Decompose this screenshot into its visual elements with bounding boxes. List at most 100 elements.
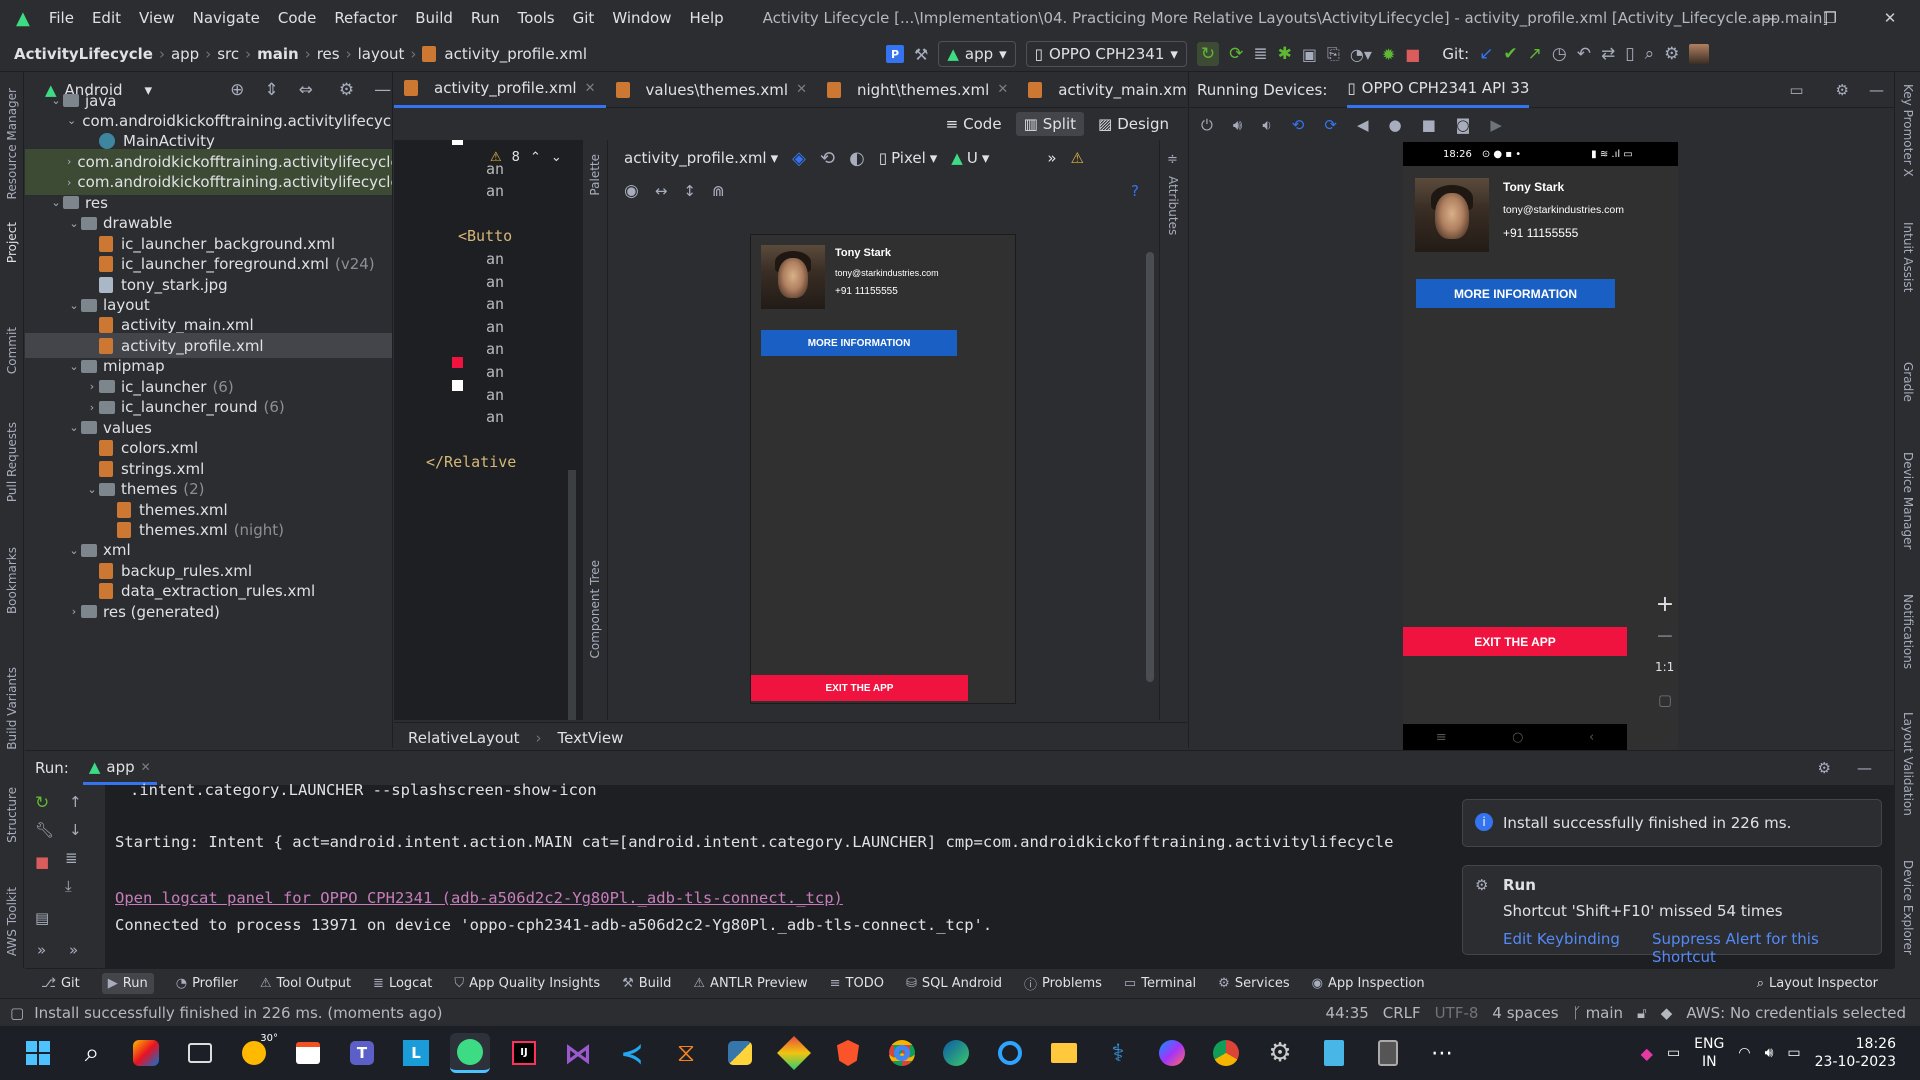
menu-tools[interactable]: Tools <box>509 9 564 27</box>
chrome-icon[interactable] <box>882 1033 922 1073</box>
tool-layout-validation[interactable]: Layout Validation <box>1901 712 1915 816</box>
layout-preview[interactable]: Tony Stark tony@starkindustries.com +91 … <box>750 234 1016 704</box>
menu-run[interactable]: Run <box>462 9 509 27</box>
edit-keybinding-link[interactable]: Edit Keybinding <box>1503 930 1620 948</box>
close-icon[interactable]: ✕ <box>585 81 596 96</box>
menu-navigate[interactable]: Navigate <box>184 9 269 27</box>
soft-wrap-icon[interactable]: ≣ <box>65 849 78 867</box>
avatar[interactable] <box>1689 44 1710 64</box>
chevron-down-icon[interactable]: ⌄ <box>49 94 63 107</box>
tool-device-manager[interactable]: Device Manager <box>1901 452 1915 549</box>
microsoft-store-icon[interactable] <box>288 1033 328 1073</box>
tool-key-promoter[interactable]: Key Promoter X <box>1901 84 1915 177</box>
menu-window[interactable]: Window <box>603 9 680 27</box>
chevron-down-icon[interactable]: ⌄ <box>67 544 81 557</box>
zoom-fit-icon[interactable]: ▢ <box>1649 686 1681 714</box>
screen-record-icon[interactable]: ▶ <box>1490 116 1502 134</box>
breadcrumb-res[interactable]: res <box>317 45 340 63</box>
close-icon[interactable]: ✕ <box>796 82 807 97</box>
zoom-actual-size[interactable]: 1:1 <box>1655 660 1674 674</box>
palette-tab[interactable]: Palette <box>588 154 602 196</box>
chrome-profile-icon[interactable] <box>1206 1033 1246 1073</box>
tool-services[interactable]: ⚙ Services <box>1218 976 1289 991</box>
file-encoding[interactable]: UTF-8 <box>1435 1004 1479 1022</box>
p-badge-icon[interactable]: P <box>886 45 904 63</box>
arrow-up-icon[interactable]: ↑ <box>69 793 82 811</box>
chevron-down-icon[interactable]: ▾ <box>771 149 779 167</box>
help-icon[interactable]: ? <box>1131 182 1139 200</box>
eye-icon[interactable]: ◉ <box>624 181 639 201</box>
tool-profiler[interactable]: ◔ Profiler <box>176 976 238 991</box>
exit-app-button[interactable]: EXIT THE APP <box>1403 627 1627 656</box>
mode-split-button[interactable]: ▥ Split <box>1015 112 1085 136</box>
more-information-button[interactable]: MORE INFORMATION <box>1416 279 1615 308</box>
close-icon[interactable]: ✕ <box>997 82 1008 97</box>
profile-icon[interactable]: ◔▾ <box>1350 45 1372 64</box>
tool-problems[interactable]: ⓘ Problems <box>1024 974 1102 993</box>
file-explorer-icon[interactable] <box>1044 1033 1084 1073</box>
layout-icon[interactable]: ▤ <box>35 909 49 927</box>
suppress-alert-link[interactable]: Suppress Alert for this Shortcut <box>1652 930 1881 966</box>
hide-icon[interactable]: — <box>1869 81 1884 99</box>
tab-values-themes-xml[interactable]: values\themes.xml ✕ <box>606 72 817 108</box>
chevron-down-icon[interactable]: ⌄ <box>551 150 562 165</box>
menu-view[interactable]: View <box>130 9 184 27</box>
tool-notifications[interactable]: Notifications <box>1901 594 1915 669</box>
copilot-icon[interactable] <box>126 1033 166 1073</box>
settings-gear-icon[interactable]: ⚙ <box>1818 759 1831 777</box>
sync-gradle-icon[interactable]: ⇄ <box>1601 44 1615 64</box>
chevron-right-icon[interactable]: › <box>67 605 81 618</box>
tool-todo[interactable]: ≡ TODO <box>830 976 884 991</box>
warning-icon[interactable]: ⚠ <box>1071 149 1084 167</box>
scroll-to-end-icon[interactable]: ⤓ <box>65 877 72 895</box>
tool-terminal[interactable]: ▭ Terminal <box>1124 976 1196 991</box>
mode-code-button[interactable]: ≡ Code <box>938 112 1010 136</box>
tab-night-themes-xml[interactable]: night\themes.xml ✕ <box>817 72 1018 108</box>
tool-intuit-assist[interactable]: Intuit Assist <box>1901 222 1915 292</box>
close-icon[interactable]: ✕ <box>1860 0 1920 36</box>
run-app-tab[interactable]: ▲ app ✕ <box>82 751 157 785</box>
notepad-icon[interactable] <box>1314 1033 1354 1073</box>
chevron-down-icon[interactable]: ⌄ <box>67 299 81 312</box>
more-apps-icon[interactable]: ⋯ <box>1422 1033 1462 1073</box>
clock[interactable]: 18:26 23-10-2023 <box>1815 1035 1896 1071</box>
tool-sql-android[interactable]: ⛁ SQL Android <box>906 976 1002 991</box>
design-scrollbar[interactable] <box>1146 252 1154 682</box>
tool-gradle[interactable]: Gradle <box>1901 362 1915 402</box>
code-scrollbar[interactable] <box>568 470 576 720</box>
menu-file[interactable]: File <box>40 9 83 27</box>
zoom-out-icon[interactable]: − <box>1649 622 1681 650</box>
debug-icon[interactable]: ✱ <box>1278 44 1292 64</box>
attributes-tab[interactable]: Attributes <box>1166 176 1180 235</box>
breadcrumb-layout[interactable]: layout <box>358 45 405 63</box>
breadcrumb-module[interactable]: app <box>171 45 199 63</box>
attach-debugger-icon[interactable]: ⎘ <box>1327 44 1340 64</box>
intellij-icon[interactable]: IJ <box>504 1033 544 1073</box>
tool-antlr-preview[interactable]: ⚠ ANTLR Preview <box>693 976 807 991</box>
api-level-select[interactable]: ▲ U ▾ <box>951 149 989 167</box>
overview-icon[interactable]: ■ <box>1422 116 1436 134</box>
task-view-icon[interactable] <box>180 1033 220 1073</box>
tool-git[interactable]: ⎇ Git <box>41 976 80 991</box>
git-update-icon[interactable]: ↙ <box>1479 44 1493 64</box>
settings-gear-icon[interactable]: ⚙ <box>1664 44 1679 64</box>
git-extensions-icon[interactable] <box>774 1033 814 1073</box>
breadcrumb-textview[interactable]: TextView <box>557 729 623 747</box>
layout-icon[interactable]: ▭ <box>1789 81 1803 99</box>
zoom-in-icon[interactable]: + <box>1649 590 1681 618</box>
menu-git[interactable]: Git <box>564 9 604 27</box>
breadcrumb-project[interactable]: ActivityLifecycle <box>14 45 153 63</box>
display-icon[interactable]: ▭ <box>1667 1045 1680 1061</box>
mode-design-button[interactable]: ▨ Design <box>1090 112 1177 136</box>
history-icon[interactable]: ◷ <box>1552 44 1567 64</box>
tool-app-quality-insights[interactable]: ⛉ App Quality Insights <box>454 976 600 991</box>
chevron-down-icon[interactable]: ⌄ <box>85 483 99 496</box>
indent-setting[interactable]: 4 spaces <box>1492 1004 1558 1022</box>
power-icon[interactable]: ⏻ <box>1201 116 1213 134</box>
device-tab[interactable]: ▯ OPPO CPH2341 API 33 <box>1347 72 1530 108</box>
tool-app-inspection[interactable]: ◉ App Inspection <box>1312 976 1425 991</box>
device-preview-select[interactable]: ▯ Pixel ▾ <box>879 149 938 167</box>
apply-code-changes-icon[interactable]: ≣ <box>1253 44 1267 64</box>
visual-studio-icon[interactable]: ⋈ <box>558 1033 598 1073</box>
breadcrumb-src[interactable]: src <box>217 45 239 63</box>
